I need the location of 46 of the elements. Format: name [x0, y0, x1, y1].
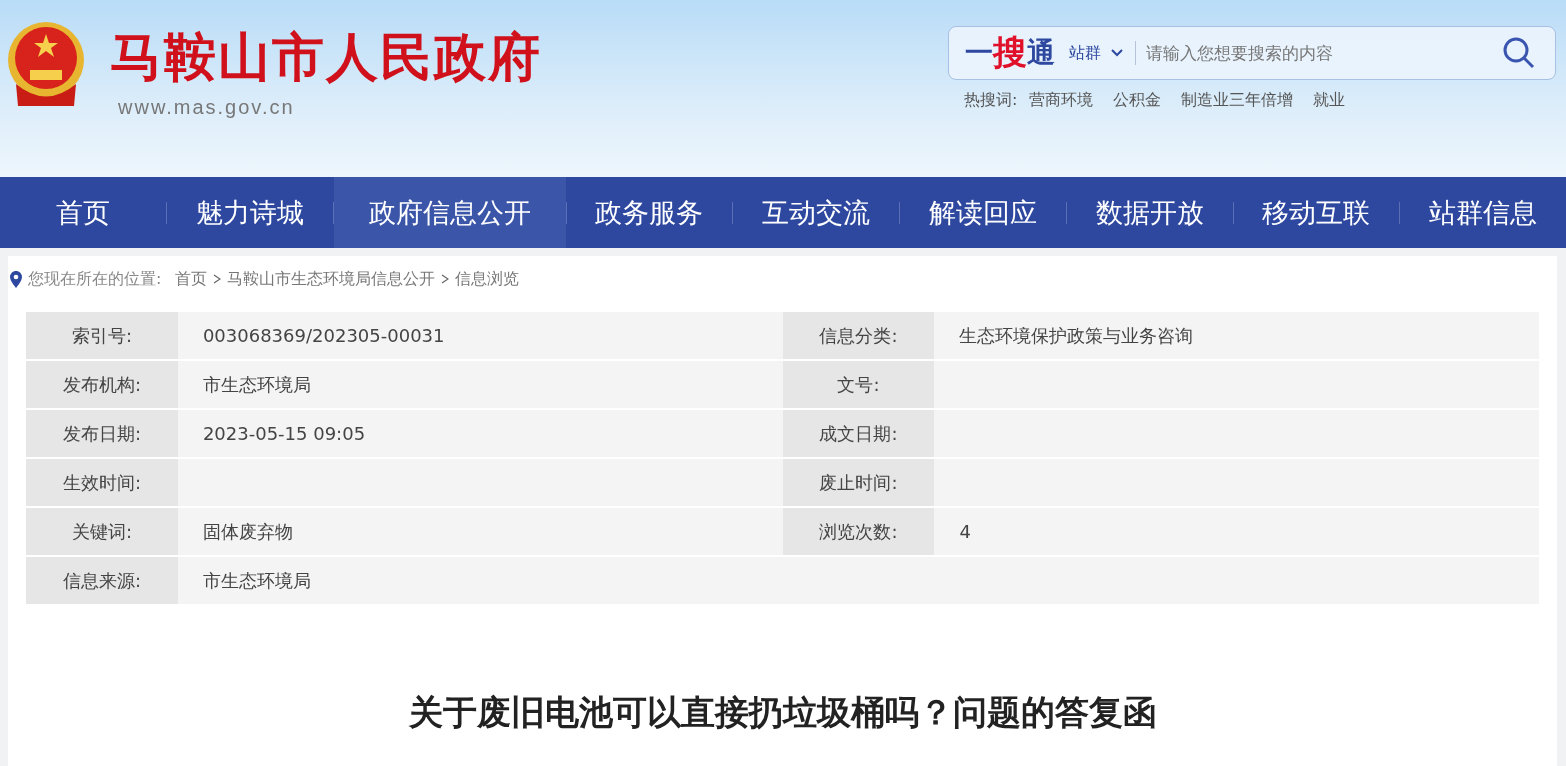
- field-value: 市生态环境局: [177, 557, 783, 604]
- nav-item[interactable]: 站群信息: [1400, 177, 1566, 248]
- field-label: 生效时间:: [26, 459, 178, 506]
- search-logo: 一搜通: [965, 31, 1055, 74]
- article-title: 关于废旧电池可以直接扔垃圾桶吗？问题的答复函: [407, 691, 1158, 734]
- breadcrumb-link[interactable]: 首页: [175, 268, 208, 290]
- breadcrumb-link[interactable]: 信息浏览: [455, 268, 520, 290]
- site-title: 马鞍山市人民政府: [110, 26, 542, 89]
- scope-dropdown[interactable]: 站群: [1069, 41, 1136, 65]
- nav-item[interactable]: 首页: [0, 177, 166, 248]
- caret-icon: [1111, 49, 1123, 57]
- field-value: 4: [934, 508, 1539, 555]
- nav-item[interactable]: 政务服务: [566, 177, 733, 248]
- field-value: 003068369/202305-00031: [177, 312, 783, 359]
- hot-words-label: 热搜词:: [964, 90, 1018, 111]
- field-label: 索引号:: [26, 312, 178, 359]
- field-value: 固体废弃物: [177, 508, 783, 555]
- hot-word-link[interactable]: 公积金: [1113, 90, 1162, 111]
- nav-item[interactable]: 政府信息公开: [333, 177, 566, 248]
- breadcrumb-link[interactable]: 马鞍山市生态环境局信息公开: [227, 268, 436, 290]
- breadcrumb-separator-icon: [441, 274, 450, 284]
- field-label: 关键词:: [26, 508, 178, 555]
- nav-item[interactable]: 解读回应: [900, 177, 1066, 248]
- field-label: 废止时间:: [782, 459, 935, 506]
- field-label: 信息来源:: [26, 557, 178, 604]
- field-label: 浏览次数:: [782, 508, 935, 555]
- nav-item[interactable]: 移动互联: [1233, 177, 1400, 248]
- field-label: 文号:: [782, 361, 935, 408]
- breadcrumb-separator-icon: [213, 274, 222, 284]
- search-icon[interactable]: [1503, 37, 1535, 69]
- field-label: 发布日期:: [26, 410, 178, 457]
- field-value: 生态环境保护政策与业务咨询: [934, 312, 1539, 359]
- hot-word-link[interactable]: 营商环境: [1029, 90, 1094, 111]
- hot-word-link[interactable]: 制造业三年倍增: [1181, 90, 1294, 111]
- field-value: 市生态环境局: [177, 361, 783, 408]
- nav-item[interactable]: 魅力诗城: [166, 177, 333, 248]
- field-label: 信息分类:: [782, 312, 935, 359]
- search-field[interactable]: 一搜通 站群 请输入您想要搜索的内容: [948, 26, 1556, 80]
- breadcrumb-label: 您现在所在的位置:: [28, 268, 162, 290]
- site-url: www.mas.gov.cn: [118, 96, 296, 119]
- hot-word-link[interactable]: 就业: [1313, 90, 1346, 111]
- field-label: 发布机构:: [26, 361, 178, 408]
- field-label: 成文日期:: [782, 410, 935, 457]
- nav-item[interactable]: 数据开放: [1066, 177, 1233, 248]
- nav-item[interactable]: 互动交流: [733, 177, 900, 248]
- field-value: 2023-05-15 09:05: [177, 410, 783, 457]
